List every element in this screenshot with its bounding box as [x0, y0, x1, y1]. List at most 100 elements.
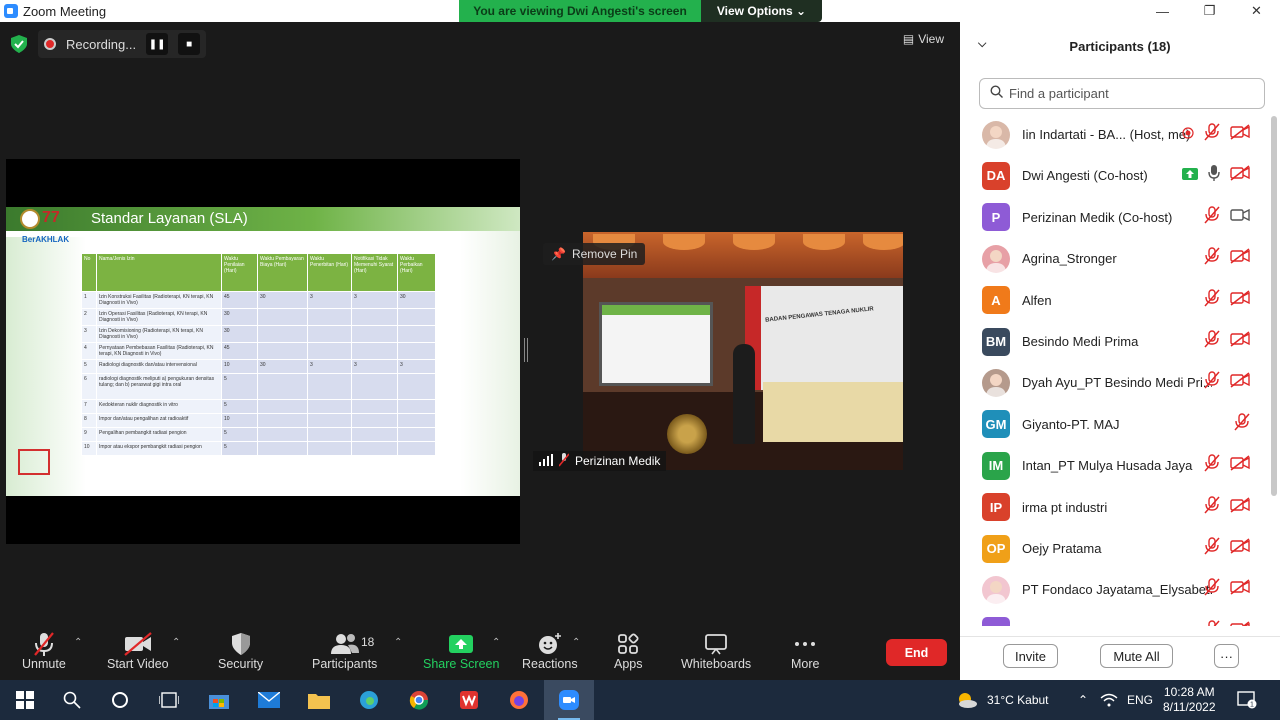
participant-search-input[interactable]	[1009, 86, 1249, 101]
video-off-icon[interactable]	[1230, 372, 1250, 393]
share-screen-button[interactable]: Share Screen	[423, 631, 499, 671]
participant-list-scrollbar[interactable]	[1271, 116, 1277, 496]
sla-cell	[307, 427, 352, 442]
participant-row[interactable]: A Alfen	[960, 280, 1270, 321]
muted-mic-icon[interactable]	[1204, 371, 1220, 394]
chrome-browser-button[interactable]	[394, 680, 444, 720]
edge-browser-button[interactable]	[344, 680, 394, 720]
encryption-shield-icon[interactable]	[8, 33, 30, 55]
video-off-icon[interactable]	[1230, 538, 1250, 559]
participants-caret-icon[interactable]: ⌃	[394, 637, 402, 648]
video-caret-icon[interactable]: ⌃	[172, 637, 180, 648]
sla-header-cell: Waktu Perbaikan (Hari)	[397, 253, 436, 292]
muted-mic-icon[interactable]	[1204, 454, 1220, 477]
view-options-button[interactable]: View Options ⌄	[701, 0, 822, 22]
video-off-icon[interactable]	[1230, 497, 1250, 518]
wifi-icon[interactable]	[1100, 680, 1118, 720]
firefox-browser-button[interactable]	[494, 680, 544, 720]
security-button[interactable]: Security	[218, 631, 263, 671]
remove-pin-button[interactable]: 📌 Remove Pin	[543, 243, 646, 265]
muted-mic-icon[interactable]	[1204, 206, 1220, 229]
reactions-button[interactable]: Reactions	[522, 631, 578, 671]
panel-more-button[interactable]: ···	[1214, 644, 1239, 668]
video-off-icon[interactable]	[1230, 579, 1250, 600]
view-layout-icon: ▤	[902, 32, 915, 46]
chevron-down-icon: ⌄	[796, 4, 807, 18]
participant-row[interactable]: Dyah Ayu_PT Besindo Medi Pri...	[960, 362, 1270, 403]
video-off-icon[interactable]	[1230, 455, 1250, 476]
sla-cell	[397, 427, 436, 442]
video-icon[interactable]	[1230, 207, 1250, 228]
participant-row[interactable]: P Perizinan Medik (Co-host)	[960, 197, 1270, 238]
notifications-button[interactable]: 1	[1237, 680, 1257, 720]
video-off-icon[interactable]	[1230, 621, 1250, 626]
participant-row[interactable]: DA Dwi Angesti (Co-host)	[960, 155, 1270, 196]
video-off-icon[interactable]	[1230, 331, 1250, 352]
participant-row[interactable]: Iin Indartati - BA... (Host, me)	[960, 114, 1270, 155]
zoom-taskbar-button[interactable]	[544, 680, 594, 720]
end-meeting-button[interactable]: End	[886, 639, 947, 666]
sla-cell	[307, 441, 352, 456]
participant-row[interactable]: IM Intan_PT Mulya Husada Jaya	[960, 445, 1270, 486]
weather-widget[interactable]: 31°C Kabut	[955, 680, 1049, 720]
unmute-button[interactable]: Unmute	[22, 631, 66, 671]
muted-mic-icon[interactable]	[1234, 413, 1250, 436]
muted-mic-icon[interactable]	[1204, 578, 1220, 601]
more-button[interactable]: More	[791, 631, 819, 671]
share-caret-icon[interactable]: ⌃	[492, 637, 500, 648]
wps-office-button[interactable]	[444, 680, 494, 720]
pause-recording-button[interactable]: ❚❚	[146, 33, 169, 55]
video-off-icon[interactable]	[1230, 124, 1250, 145]
participant-row[interactable]: Agrina_Stronger	[960, 238, 1270, 279]
start-button[interactable]	[0, 680, 50, 720]
apps-button[interactable]: Apps	[614, 631, 643, 671]
muted-mic-icon[interactable]	[1204, 123, 1220, 146]
mail-app-button[interactable]	[244, 680, 294, 720]
minimize-button[interactable]: —	[1139, 0, 1186, 22]
invite-button[interactable]: Invite	[1003, 644, 1058, 668]
apps-label: Apps	[614, 657, 643, 671]
stop-recording-button[interactable]: ■	[178, 33, 201, 55]
store-app-button[interactable]	[194, 680, 244, 720]
view-button[interactable]: ▤ View	[903, 32, 944, 46]
video-off-icon[interactable]	[1230, 165, 1250, 186]
participant-search[interactable]	[979, 78, 1265, 109]
video-off-icon[interactable]	[1230, 290, 1250, 311]
reactions-caret-icon[interactable]: ⌃	[572, 637, 580, 648]
task-view-button[interactable]	[144, 680, 194, 720]
muted-mic-icon[interactable]	[1204, 495, 1220, 519]
file-explorer-button[interactable]	[294, 680, 344, 720]
start-video-button[interactable]: Start Video	[107, 631, 169, 671]
tray-overflow-chevron-icon[interactable]: ⌃	[1078, 680, 1088, 720]
collapse-panel-chevron-icon[interactable]: ⌵	[978, 38, 986, 51]
pinned-video[interactable]: BADAN PENGAWAS TENAGA NUKLIR	[583, 232, 903, 470]
restore-button[interactable]: ❐	[1186, 0, 1233, 22]
participant-row[interactable]: PT Fondaco Jayatama_Elysabet...	[960, 569, 1270, 610]
search-taskbar-button[interactable]	[47, 680, 97, 720]
participant-row[interactable]: IP irma pt industri	[960, 487, 1270, 528]
muted-mic-icon[interactable]	[1204, 537, 1220, 560]
slide-title: Standar Layanan (SLA)	[91, 210, 248, 227]
sla-row: 3 Izin Dekomisioning (Radioterapi, KN ter…	[81, 325, 436, 343]
cortana-button[interactable]	[95, 680, 145, 720]
video-off-icon[interactable]	[1230, 248, 1250, 269]
unmute-caret-icon[interactable]: ⌃	[74, 637, 82, 648]
participant-row[interactable]: PP PT Philips ... Medik ...	[960, 611, 1270, 626]
participant-row[interactable]: OP Oejy Pratama	[960, 528, 1270, 569]
mute-all-button[interactable]: Mute All	[1100, 644, 1173, 668]
sla-cell	[257, 308, 308, 326]
whiteboards-button[interactable]: Whiteboards	[681, 631, 751, 671]
muted-mic-icon[interactable]	[1204, 288, 1220, 312]
close-button[interactable]: ✕	[1233, 0, 1280, 22]
participant-row[interactable]: BM Besindo Medi Prima	[960, 321, 1270, 362]
muted-mic-icon[interactable]	[1204, 330, 1220, 353]
muted-mic-icon[interactable]	[1204, 620, 1220, 626]
clock[interactable]: 10:28 AM 8/11/2022	[1163, 680, 1216, 720]
edge-icon	[360, 691, 378, 709]
mic-icon[interactable]	[1208, 164, 1220, 187]
language-indicator[interactable]: ENG	[1127, 680, 1153, 720]
avatar: OP	[982, 534, 1010, 563]
participant-row[interactable]: GM Giyanto-PT. MAJ	[960, 404, 1270, 445]
muted-mic-icon[interactable]	[1204, 247, 1220, 270]
split-handle[interactable]	[524, 338, 528, 362]
